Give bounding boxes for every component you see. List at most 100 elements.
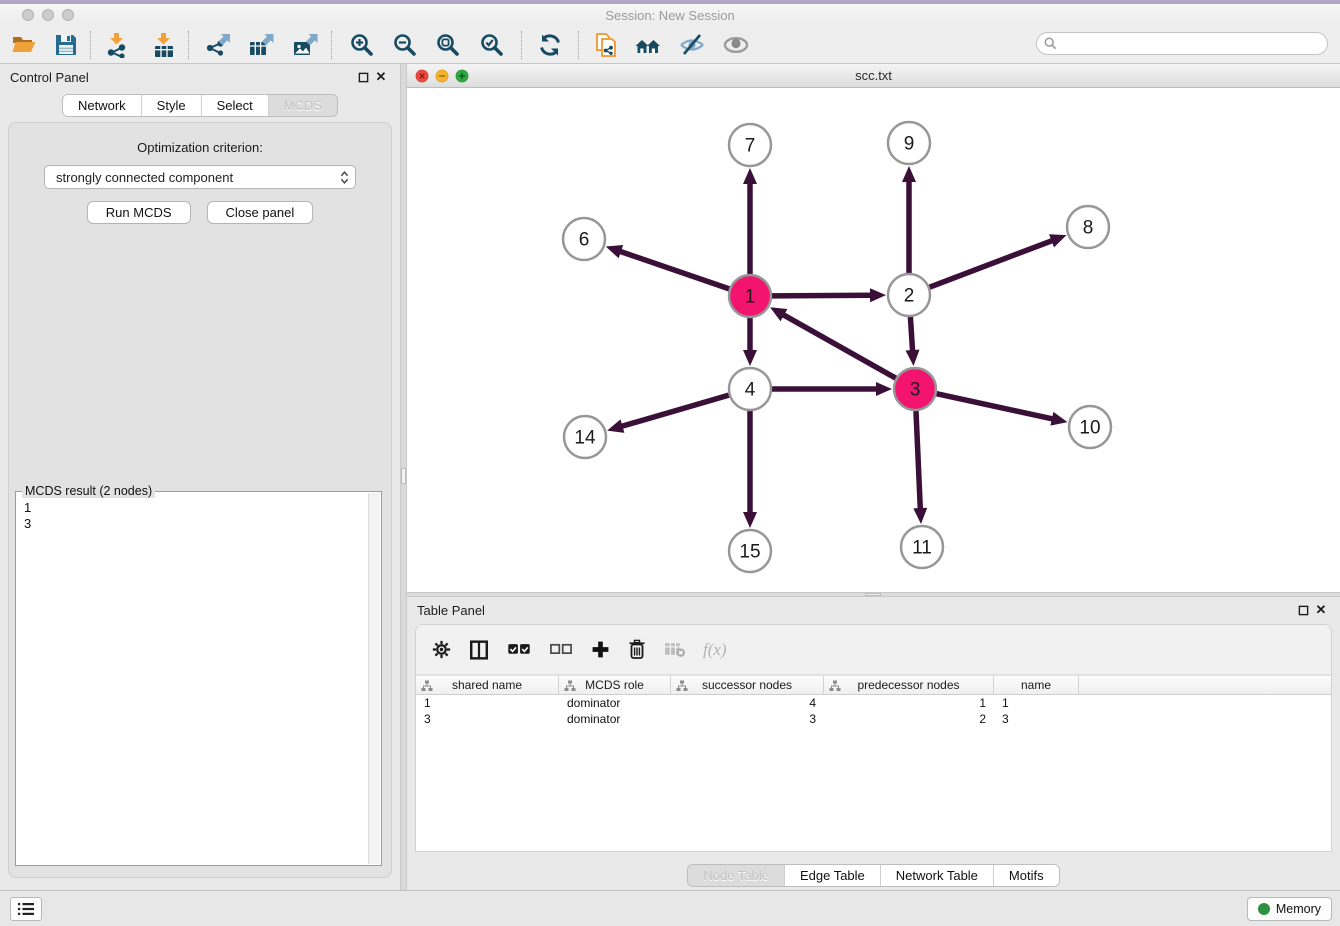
graph-edge-4-14[interactable] [621, 395, 729, 427]
graph-edge-arrowhead [902, 166, 916, 182]
checked-boxes-icon [507, 642, 531, 657]
close-panel-button[interactable]: Close panel [207, 201, 314, 224]
column-label: MCDS role [585, 678, 644, 692]
open-session-button[interactable] [9, 31, 39, 59]
column-header-name[interactable]: name [994, 676, 1079, 694]
tab-select[interactable]: Select [201, 95, 268, 116]
tab-style[interactable]: Style [141, 95, 201, 116]
graph-edge-arrowhead [1050, 412, 1067, 426]
tab-network-table[interactable]: Network Table [880, 865, 993, 886]
show-eye-icon [723, 32, 749, 58]
column-header-predecessor-nodes[interactable]: predecessor nodes [824, 676, 994, 694]
graph-edge-1-2[interactable] [772, 295, 872, 296]
first-neighbors-button[interactable] [633, 31, 663, 59]
table-panel-title: Table Panel [417, 603, 485, 618]
import-table-button[interactable] [149, 31, 179, 59]
export-table-button[interactable] [246, 31, 276, 59]
tab-network[interactable]: Network [63, 95, 141, 116]
select-all-button[interactable] [505, 640, 533, 659]
graph-node-label-15: 15 [739, 542, 760, 563]
graph-edge-1-6[interactable] [619, 251, 729, 289]
tab-edge-table[interactable]: Edge Table [784, 865, 880, 886]
gear-icon [432, 640, 451, 659]
tab-node-table[interactable]: Node Table [688, 865, 784, 886]
column-header-mcds-role[interactable]: MCDS role [559, 676, 671, 694]
export-image-button[interactable] [290, 31, 320, 59]
optimization-criterion-label: Optimization criterion: [9, 140, 391, 155]
zoom-fit-icon [435, 32, 461, 58]
tab-mcds[interactable]: MCDS [268, 95, 337, 116]
run-mcds-button[interactable]: Run MCDS [87, 201, 191, 224]
delete-columns-button[interactable] [626, 637, 648, 662]
zoom-in-button[interactable] [347, 31, 377, 59]
cell-predecessor-nodes: 2 [824, 711, 994, 727]
hide-selected-button[interactable] [677, 31, 707, 59]
delete-table-icon [664, 641, 685, 658]
zoom-in-icon [349, 32, 375, 58]
splitter-handle[interactable] [865, 593, 881, 596]
graph-edge-2-3[interactable] [910, 317, 912, 352]
column-header-shared-name[interactable]: shared name [416, 676, 559, 694]
graph-edge-3-1[interactable] [782, 314, 896, 378]
graph-edge-arrowhead [743, 168, 757, 184]
new-network-from-selection-button[interactable] [591, 31, 621, 59]
columns-icon [469, 640, 489, 660]
zoom-out-button[interactable] [390, 31, 420, 59]
cell-name: 1 [994, 695, 1079, 711]
export-network-icon [205, 32, 231, 58]
table-row[interactable]: 3 dominator 3 2 3 [416, 711, 1331, 727]
table-panel-header: Table Panel ✕ [407, 597, 1340, 623]
right-column: scc.txt 7968124314101511 Table Panel ✕ [407, 64, 1340, 890]
export-network-button[interactable] [203, 31, 233, 59]
close-panel-icon[interactable]: ✕ [372, 68, 390, 86]
deselect-all-button[interactable] [547, 640, 575, 659]
search-input[interactable] [1057, 34, 1327, 53]
graph-node-label-10: 10 [1079, 418, 1100, 439]
float-panel-icon[interactable] [1294, 601, 1312, 619]
memory-button[interactable]: Memory [1247, 897, 1332, 921]
graph-node-label-3: 3 [910, 380, 921, 401]
graph-edge-3-10[interactable] [936, 394, 1053, 419]
task-history-button[interactable] [10, 897, 42, 921]
graph-edge-arrowhead [606, 245, 623, 258]
show-columns-button[interactable] [467, 638, 491, 662]
cell-predecessor-nodes: 1 [824, 695, 994, 711]
import-network-button[interactable] [102, 31, 132, 59]
toolbar-separator [331, 31, 332, 59]
cell-shared-name: 1 [416, 695, 559, 711]
create-column-button[interactable] [589, 638, 612, 661]
graph-edge-arrowhead [906, 350, 920, 366]
column-label: shared name [452, 678, 522, 692]
tab-motifs[interactable]: Motifs [993, 865, 1059, 886]
float-panel-icon[interactable] [354, 68, 372, 86]
mcds-result-box: MCDS result (2 nodes) 1 3 [15, 491, 382, 866]
close-panel-icon[interactable]: ✕ [1312, 601, 1330, 619]
graph-edge-2-8[interactable] [930, 240, 1054, 287]
network-canvas[interactable]: 7968124314101511 [407, 88, 1340, 592]
mcds-panel: Optimization criterion: strongly connect… [8, 122, 392, 878]
import-table-icon [151, 32, 177, 58]
column-label: successor nodes [702, 678, 792, 692]
delete-table-button-disabled[interactable] [662, 639, 687, 660]
cell-name: 3 [994, 711, 1079, 727]
network-graph[interactable]: 7968124314101511 [407, 88, 1340, 592]
splitter-handle[interactable] [401, 468, 406, 484]
mcds-result-text[interactable]: 1 3 [16, 494, 368, 864]
cell-successor-nodes: 3 [671, 711, 824, 727]
table-settings-button[interactable] [430, 638, 453, 661]
zoom-fit-button[interactable] [433, 31, 463, 59]
function-builder-button-disabled[interactable]: f(x) [701, 638, 729, 662]
mcds-result-scrollbar[interactable] [368, 493, 380, 864]
vertical-splitter[interactable] [400, 64, 407, 890]
save-session-button[interactable] [51, 31, 81, 59]
graph-edge-3-11[interactable] [916, 411, 920, 510]
zoom-out-icon [392, 32, 418, 58]
mcds-result-line: 1 [24, 500, 360, 516]
refresh-button[interactable] [535, 31, 565, 59]
main-toolbar [0, 26, 1340, 64]
show-all-button[interactable] [721, 31, 751, 59]
column-header-successor-nodes[interactable]: successor nodes [671, 676, 824, 694]
zoom-selected-button[interactable] [477, 31, 507, 59]
criterion-select[interactable]: strongly connected component [44, 165, 356, 189]
table-row[interactable]: 1 dominator 4 1 1 [416, 695, 1331, 711]
